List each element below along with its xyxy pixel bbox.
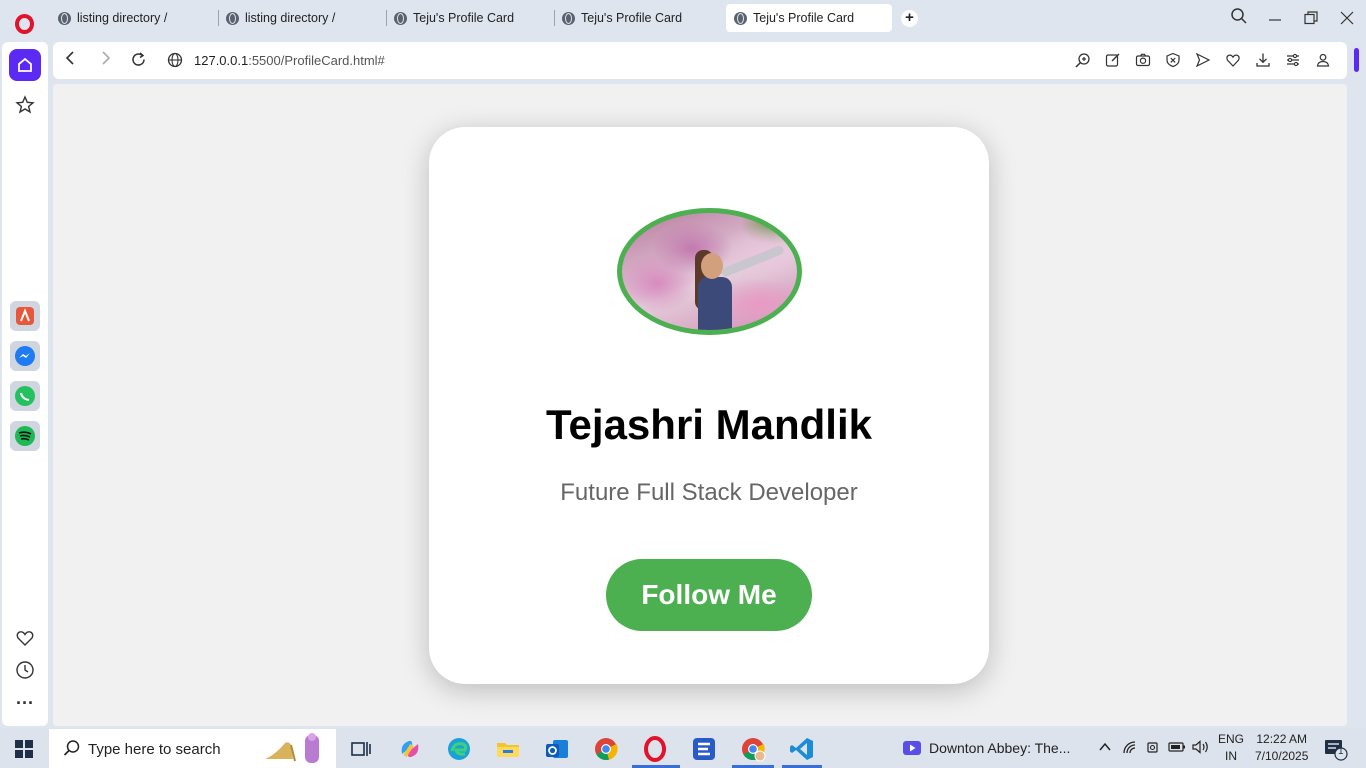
tab-listing-directory-2[interactable]: listing directory /	[218, 4, 384, 32]
opera-taskbar-icon[interactable]	[642, 736, 668, 762]
tab-title: listing directory /	[245, 11, 336, 25]
task-view-icon[interactable]	[348, 736, 374, 762]
clock-date: 7/10/2025	[1255, 749, 1309, 763]
home-icon[interactable]	[9, 49, 41, 81]
close-icon[interactable]	[1340, 11, 1354, 29]
chrome-profile-icon[interactable]	[740, 736, 766, 762]
tab-profile-card-1[interactable]: Teju's Profile Card	[386, 4, 552, 32]
tab-title: Teju's Profile Card	[753, 11, 855, 25]
taskbar-search-box[interactable]: Type here to search	[49, 729, 336, 768]
globe-icon	[562, 11, 575, 25]
clock-time: 12:22 AM	[1256, 732, 1308, 746]
copilot-icon[interactable]	[397, 736, 423, 762]
url-field[interactable]: 127.0.0.1:5500/ProfileCard.html#	[194, 53, 385, 68]
vscode-icon[interactable]	[789, 736, 815, 762]
tab-search-icon[interactable]	[1230, 7, 1248, 29]
tab-separator	[218, 10, 219, 26]
tab-title: listing directory /	[77, 11, 168, 25]
photo-face	[701, 253, 723, 279]
network-wifi-icon[interactable]	[1122, 740, 1138, 757]
profile-icon[interactable]	[1315, 52, 1331, 68]
globe-icon	[734, 11, 747, 25]
globe-icon	[394, 11, 407, 25]
media-widget[interactable]: Downton Abbey: The...	[903, 740, 1070, 756]
minimize-icon[interactable]	[1268, 8, 1282, 26]
whatsapp-icon[interactable]	[10, 381, 40, 411]
tab-profile-card-2[interactable]: Teju's Profile Card	[554, 4, 720, 32]
tab-listing-directory-1[interactable]: listing directory /	[50, 4, 216, 32]
video-play-icon	[903, 741, 921, 755]
follow-me-button[interactable]: Follow Me	[606, 559, 812, 631]
opera-logo-icon[interactable]	[15, 14, 34, 34]
globe-icon	[58, 11, 71, 25]
tab-separator	[554, 10, 555, 26]
photo-arm	[720, 244, 785, 278]
outlook-icon[interactable]	[544, 736, 570, 762]
profile-role: Future Full Stack Developer	[560, 479, 858, 506]
battery-icon[interactable]	[1168, 740, 1186, 757]
sidebar-scroll-indicator	[1354, 48, 1359, 72]
more-icon[interactable]: ···	[9, 687, 41, 719]
search-placeholder: Type here to search	[88, 741, 221, 758]
spotify-icon[interactable]	[10, 421, 40, 451]
photo-body	[698, 277, 732, 330]
notifications-icon[interactable]: 1	[1324, 739, 1348, 764]
reload-icon[interactable]	[131, 52, 146, 72]
messenger-icon[interactable]	[10, 341, 40, 371]
search-icon	[63, 739, 81, 762]
profile-name: Tejashri Mandlik	[546, 401, 872, 448]
language-indicator[interactable]: ENG IN	[1218, 731, 1244, 765]
search-highlight-shoe-icon	[265, 733, 319, 763]
notification-count: 1	[1338, 746, 1344, 757]
restore-icon[interactable]	[1304, 11, 1318, 29]
history-clock-icon[interactable]	[9, 654, 41, 686]
profile-card: Tejashri Mandlik Future Full Stack Devel…	[429, 127, 989, 684]
pinboard-heart-icon[interactable]	[1225, 52, 1241, 68]
tab-title: Teju's Profile Card	[413, 11, 515, 25]
back-icon[interactable]	[65, 50, 75, 71]
bookmarks-star-icon[interactable]	[9, 89, 41, 121]
tab-title: Teju's Profile Card	[581, 11, 683, 25]
show-hidden-icons-chevron-icon[interactable]	[1098, 740, 1112, 757]
tab-separator	[386, 10, 387, 26]
app-e-icon[interactable]	[691, 736, 717, 762]
pinboard-heart-icon[interactable]	[9, 622, 41, 654]
url-host: 127.0.0.1	[194, 53, 249, 68]
tab-strip: listing directory / listing directory / …	[50, 4, 894, 34]
url-path: :5500/ProfileCard.html#	[248, 53, 385, 68]
forward-icon[interactable]	[101, 50, 111, 71]
chrome-icon[interactable]	[593, 736, 619, 762]
opera-sidebar: ···	[0, 0, 50, 728]
language-code: ENG	[1218, 732, 1245, 746]
zoom-icon[interactable]	[1075, 52, 1091, 68]
region-code: IN	[1225, 749, 1237, 763]
aria-icon[interactable]	[10, 301, 40, 331]
file-explorer-icon[interactable]	[495, 736, 521, 762]
volume-icon[interactable]	[1192, 740, 1210, 757]
flow-send-icon[interactable]	[1195, 52, 1211, 68]
windows-taskbar: Type here to search Downton Abbey: The..…	[0, 728, 1366, 768]
address-bar: 127.0.0.1:5500/ProfileCard.html#	[53, 42, 1347, 79]
taskbar-clock[interactable]: 12:22 AM 7/10/2025	[1255, 731, 1308, 765]
easy-setup-edit-icon[interactable]	[1105, 52, 1121, 68]
meet-now-icon[interactable]	[1146, 740, 1160, 757]
profile-photo	[617, 208, 802, 335]
easy-setup-sliders-icon[interactable]	[1285, 52, 1301, 68]
new-tab-plus-icon[interactable]: +	[901, 10, 918, 27]
tab-profile-card-active[interactable]: Teju's Profile Card	[726, 4, 892, 32]
globe-icon	[226, 11, 239, 25]
download-icon[interactable]	[1255, 52, 1271, 68]
media-title: Downton Abbey: The...	[929, 740, 1071, 756]
page-viewport: Tejashri Mandlik Future Full Stack Devel…	[53, 84, 1347, 726]
adblock-shield-icon[interactable]	[1165, 52, 1181, 68]
windows-start-icon[interactable]	[15, 740, 33, 758]
edge-icon[interactable]	[446, 736, 472, 762]
site-info-globe-icon[interactable]	[167, 52, 183, 73]
snapshot-camera-icon[interactable]	[1135, 52, 1151, 68]
